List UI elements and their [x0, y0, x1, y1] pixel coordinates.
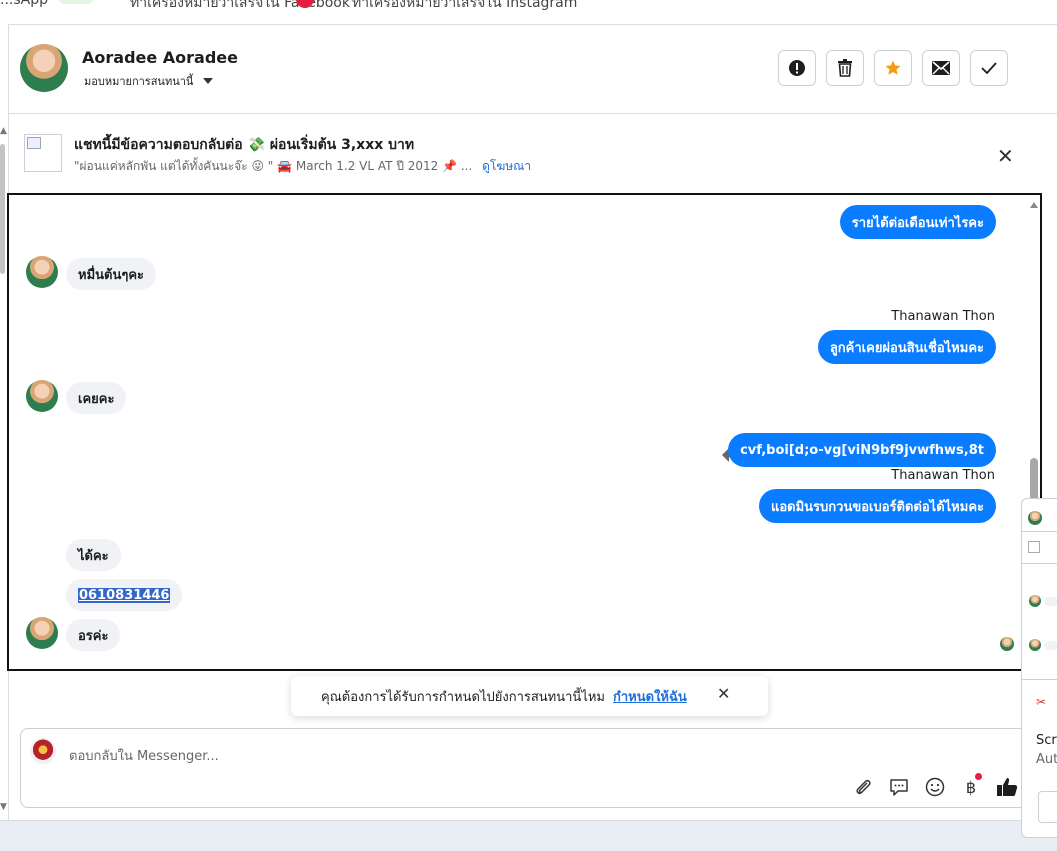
- view-ad-link[interactable]: ดูโฆษณา: [482, 159, 531, 173]
- contact-name[interactable]: Aoradee Aoradee: [82, 48, 238, 67]
- scroll-up-arrow[interactable]: ▲: [0, 126, 7, 136]
- panel-title: Scre: [1036, 733, 1057, 748]
- check-icon: [981, 62, 997, 74]
- emoji-icon: [925, 777, 945, 797]
- selected-phone-number[interactable]: 0610831446: [78, 587, 171, 603]
- ad-description: "ผ่อนแค่หลักพัน แต่ได้ทั้งคันนะจ๊ะ 😜 " 🚘…: [74, 159, 473, 173]
- read-receipt-avatar: [1000, 637, 1014, 651]
- sender-name: Thanawan Thon: [891, 309, 995, 324]
- scroll-thumb[interactable]: [0, 144, 5, 274]
- divider: [1022, 531, 1057, 532]
- message-incoming[interactable]: อรค่ะ: [66, 619, 121, 651]
- scissors-icon: ✂: [1036, 695, 1047, 709]
- avatar: [1029, 639, 1041, 651]
- avatar[interactable]: [26, 617, 58, 649]
- ad-banner: แชทนี้มีข้อความตอบกลับต่อ 💸 ผ่อนเริ่มต้น…: [9, 114, 1057, 190]
- message-outgoing[interactable]: รายได้ต่อเดือนเท่าไรคะ: [839, 205, 996, 239]
- like-button[interactable]: [995, 775, 1019, 799]
- saved-reply-button[interactable]: [887, 775, 911, 799]
- message-incoming[interactable]: เคยคะ: [66, 382, 127, 414]
- saved-reply-icon: [890, 779, 908, 796]
- ad-subtitle: "ผ่อนแค่หลักพัน แต่ได้ทั้งคันนะจ๊ะ 😜 " 🚘…: [74, 157, 531, 176]
- notification-dot: [975, 773, 982, 780]
- sender-name: Thanawan Thon: [891, 468, 995, 483]
- attach-button[interactable]: [851, 775, 875, 799]
- scroll-up-arrow[interactable]: [1030, 202, 1038, 208]
- avatar[interactable]: [20, 44, 68, 92]
- message-incoming[interactable]: หมื่นต้นๆคะ: [66, 258, 157, 290]
- assign-label: มอบหมายการสนทนานี้: [84, 75, 194, 88]
- top-tab-facebook-done[interactable]: ทำเครื่องหมายว่าเสร็จใน Facebook: [130, 0, 350, 14]
- mark-unread-button[interactable]: [922, 50, 960, 86]
- avatar[interactable]: [26, 380, 58, 412]
- envelope-icon: [932, 61, 950, 75]
- close-icon[interactable]: ✕: [997, 144, 1014, 168]
- ad-title: แชทนี้มีข้อความตอบกลับต่อ 💸 ผ่อนเริ่มต้น…: [74, 137, 415, 153]
- scroll-down-arrow[interactable]: ▼: [0, 802, 7, 812]
- top-tab-instagram-done[interactable]: ทำเครื่องหมายว่าเสร็จใน Instagram: [352, 0, 577, 14]
- sender-name: Thanawan Thon: [891, 195, 995, 196]
- divider: [1022, 679, 1057, 680]
- top-tab-whatsapp[interactable]: ...sApp: [0, 0, 48, 8]
- panel-subtitle: Aut: [1036, 752, 1057, 767]
- close-icon[interactable]: ✕: [717, 684, 730, 703]
- scroll-thumb[interactable]: [1030, 458, 1038, 502]
- page-avatar: [30, 738, 56, 764]
- panel-button[interactable]: [1038, 791, 1057, 823]
- assignment-prompt: คุณต้องการได้รับการกำหนดไปยังการสนทนานี้…: [291, 676, 768, 716]
- mark-done-button[interactable]: [970, 50, 1008, 86]
- divider: [1022, 563, 1057, 564]
- conversation-header: Aoradee Aoradee มอบหมายการสนทนานี้: [9, 24, 1057, 114]
- whatsapp-badge: [58, 0, 94, 4]
- avatar: [1029, 595, 1041, 607]
- message-incoming[interactable]: ได้คะ: [66, 539, 121, 571]
- top-action-strip: ...sApp ทำเครื่องหมายว่าเสร็จใน Facebook…: [0, 0, 1057, 25]
- trash-icon: [838, 59, 852, 77]
- payment-button[interactable]: ฿: [959, 773, 983, 799]
- message-outgoing[interactable]: แอดมินรบกวนขอเบอร์ติดต่อได้ไหมคะ: [758, 489, 996, 523]
- star-button[interactable]: [874, 50, 912, 86]
- message-preview: [1044, 597, 1057, 606]
- assign-to-me-link[interactable]: กำหนดให้ฉัน: [613, 686, 687, 707]
- emoji-button[interactable]: [923, 775, 947, 799]
- message-incoming[interactable]: 0610831446: [66, 579, 183, 611]
- message-composer[interactable]: ตอบกลับใน Messenger... ฿: [20, 728, 1030, 808]
- reply-input[interactable]: ตอบกลับใน Messenger...: [69, 745, 219, 766]
- assign-dropdown[interactable]: มอบหมายการสนทนานี้: [84, 72, 214, 90]
- alert-icon: [789, 60, 805, 76]
- spam-button[interactable]: [778, 50, 816, 86]
- message-preview: [1044, 641, 1057, 650]
- paperclip-icon: [856, 779, 871, 795]
- baht-icon: ฿: [965, 777, 977, 797]
- image-icon: [1028, 541, 1040, 553]
- assignment-text: คุณต้องการได้รับการกำหนดไปยังการสนทนานี้…: [321, 689, 605, 705]
- avatar[interactable]: [26, 256, 58, 288]
- ad-thumbnail[interactable]: [24, 134, 62, 172]
- like-icon: [997, 778, 1018, 796]
- message-thread: Thanawan Thon รายได้ต่อเดือนเท่าไรคะ หมื…: [7, 193, 1042, 671]
- caret-down-icon: [203, 78, 214, 84]
- message-outgoing[interactable]: ลูกค้าเคยผ่อนสินเชื่อไหมคะ: [817, 330, 996, 364]
- delete-button[interactable]: [826, 50, 864, 86]
- avatar: [1028, 511, 1042, 525]
- star-icon: [885, 60, 901, 75]
- screenshot-tool-panel: ✂ Scre Aut: [1021, 498, 1057, 838]
- bottom-bar: [0, 820, 1057, 851]
- message-outgoing[interactable]: cvf,boi[d;o-vg[viN9bf9jvwfhws,8t: [728, 433, 996, 467]
- broken-image-icon: [27, 137, 41, 149]
